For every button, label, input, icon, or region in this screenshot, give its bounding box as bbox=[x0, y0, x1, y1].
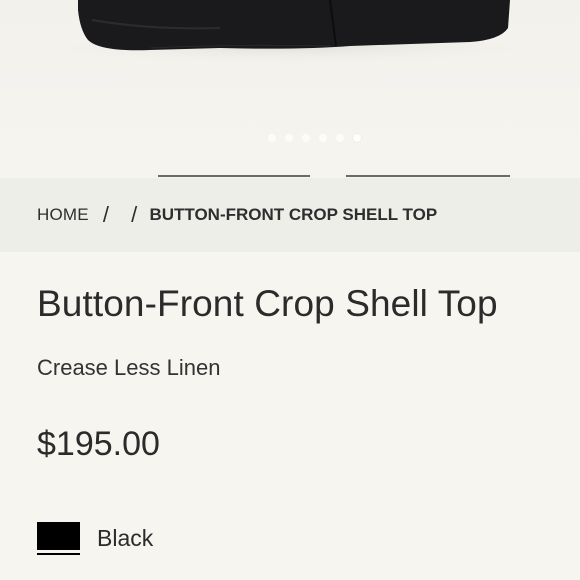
product-title: Button-Front Crop Shell Top bbox=[37, 283, 498, 324]
color-swatch-black[interactable] bbox=[37, 522, 80, 556]
product-fabric: Crease Less Linen bbox=[37, 355, 221, 380]
thumbnail-indicator[interactable] bbox=[346, 175, 510, 177]
color-name: Black bbox=[97, 524, 154, 551]
product-price: $195.00 bbox=[37, 425, 160, 463]
product-image-gallery[interactable] bbox=[0, 0, 580, 178]
thumbnail-indicator[interactable] bbox=[158, 175, 310, 177]
breadcrumb-separator: / bbox=[102, 202, 110, 227]
carousel-dot[interactable] bbox=[267, 134, 276, 142]
carousel-dot-active[interactable] bbox=[352, 134, 361, 142]
color-selector: Black bbox=[37, 522, 153, 556]
breadcrumb-current: BUTTON-FRONT CROP SHELL TOP bbox=[149, 205, 438, 224]
swatch-fill bbox=[37, 522, 80, 550]
carousel-indicators bbox=[0, 134, 580, 144]
breadcrumb: HOME / / BUTTON-FRONT CROP SHELL TOP bbox=[0, 178, 580, 252]
carousel-dot[interactable] bbox=[284, 134, 293, 142]
carousel-dot[interactable] bbox=[318, 134, 327, 142]
carousel-dot[interactable] bbox=[335, 134, 344, 142]
breadcrumb-home-link[interactable]: HOME bbox=[37, 205, 89, 225]
carousel-dot[interactable] bbox=[301, 134, 310, 142]
breadcrumb-separator: / bbox=[131, 202, 138, 227]
product-image[interactable] bbox=[0, 0, 580, 70]
swatch-selected-underline bbox=[37, 553, 80, 555]
